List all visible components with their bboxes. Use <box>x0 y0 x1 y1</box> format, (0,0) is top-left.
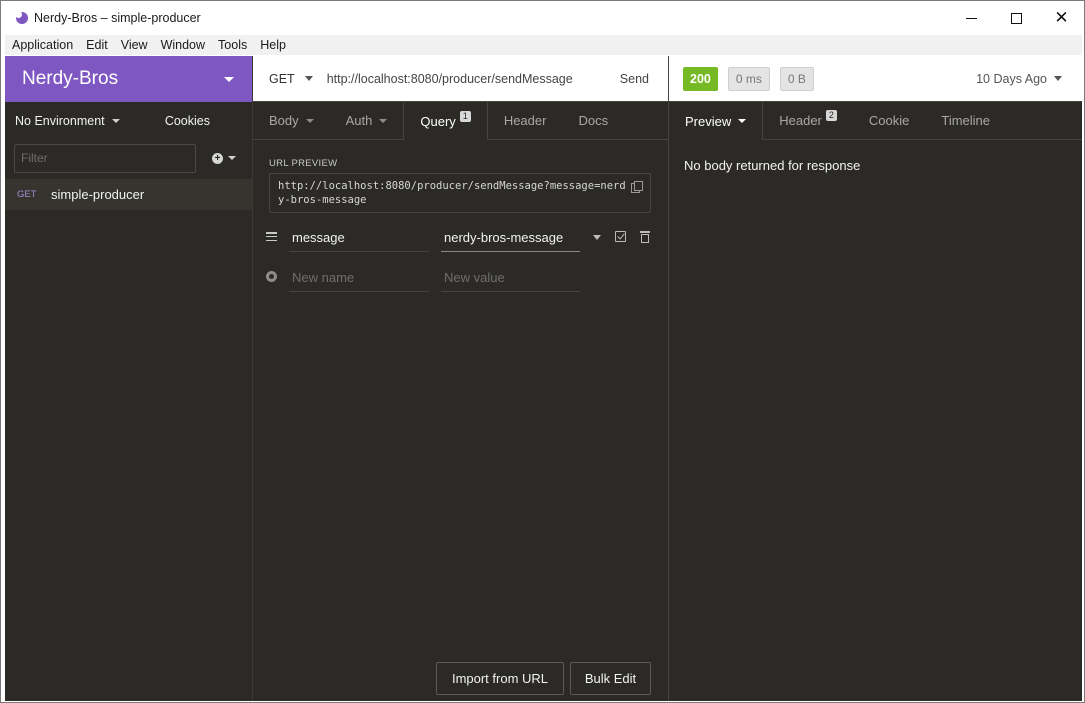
app-window: Nerdy-Bros – simple-producer ✕ Applicati… <box>0 0 1085 703</box>
menu-tools[interactable]: Tools <box>211 35 253 55</box>
maximize-button[interactable] <box>994 1 1039 35</box>
query-count-badge: 1 <box>459 110 471 122</box>
url-bar: GET http://localhost:8080/producer/sendM… <box>253 56 668 102</box>
gear-icon <box>266 271 277 282</box>
app-logo-icon <box>15 11 29 25</box>
minimize-icon <box>966 17 977 19</box>
copy-icon[interactable] <box>631 181 643 193</box>
caret-down-icon <box>111 119 120 123</box>
environment-label: No Environment <box>15 114 105 128</box>
tab-docs[interactable]: Docs <box>562 102 624 139</box>
send-button[interactable]: Send <box>620 72 649 86</box>
response-history-dropdown[interactable]: 10 Days Ago <box>976 72 1062 86</box>
url-input[interactable]: http://localhost:8080/producer/sendMessa… <box>327 72 573 86</box>
response-time-badge: 0 ms <box>727 66 770 91</box>
response-tabs: Preview Header 2 Cookie Timeline <box>669 102 1082 140</box>
plus-circle-icon: + <box>212 152 223 164</box>
response-pane: 200 0 ms 0 B 10 Days Ago Preview Header … <box>669 56 1082 701</box>
sidebar-request-item[interactable]: GET simple-producer <box>5 179 252 210</box>
url-preview-label: URL PREVIEW <box>269 158 338 169</box>
param-options-caret-icon[interactable] <box>593 235 601 240</box>
request-tabs: Body Auth Query 1 Header Docs <box>253 102 668 140</box>
url-preview-text: http://localhost:8080/producer/sendMessa… <box>278 180 626 206</box>
caret-down-icon <box>738 119 747 123</box>
caret-down-icon <box>228 156 236 160</box>
query-param-row: message nerdy-bros-message <box>265 222 661 252</box>
status-code-badge: 200 <box>683 66 718 91</box>
menu-window[interactable]: Window <box>154 35 211 55</box>
new-name-input[interactable]: New name <box>289 262 429 292</box>
tab-cookie-label: Cookie <box>868 113 910 128</box>
bulk-edit-button[interactable]: Bulk Edit <box>570 662 651 695</box>
close-icon: ✕ <box>1054 7 1069 28</box>
new-param-row: New name New value <box>265 262 661 292</box>
request-method-tag: GET <box>17 189 37 200</box>
tab-response-header-label: Header <box>779 113 822 128</box>
menu-view[interactable]: View <box>114 35 154 55</box>
response-status-bar: 200 0 ms 0 B 10 Days Ago <box>669 56 1082 102</box>
caret-down-icon <box>379 118 388 123</box>
tab-query[interactable]: Query 1 <box>403 102 488 140</box>
sidebar: Nerdy-Bros No Environment Cookies Filter… <box>5 56 253 701</box>
menu-help[interactable]: Help <box>253 35 292 55</box>
menu-application[interactable]: Application <box>5 35 79 55</box>
param-name-input[interactable]: message <box>289 222 429 252</box>
trash-icon[interactable] <box>640 231 650 243</box>
tab-cookie[interactable]: Cookie <box>853 102 925 139</box>
caret-down-icon <box>224 76 234 82</box>
new-value-input[interactable]: New value <box>441 262 580 292</box>
import-from-url-button[interactable]: Import from URL <box>436 662 564 695</box>
minimize-button[interactable] <box>949 1 994 35</box>
window-title: Nerdy-Bros – simple-producer <box>34 11 201 25</box>
workspace-name: Nerdy-Bros <box>22 68 119 89</box>
tab-preview[interactable]: Preview <box>669 102 764 140</box>
checkbox-icon[interactable] <box>615 231 626 242</box>
tab-preview-label: Preview <box>685 113 732 129</box>
tab-header[interactable]: Header <box>488 102 563 139</box>
filter-row: Filter + <box>5 140 252 176</box>
drag-handle-icon[interactable] <box>266 232 277 242</box>
filter-placeholder: Filter <box>21 151 48 165</box>
method-dropdown[interactable]: GET <box>269 72 313 86</box>
environment-dropdown[interactable]: No Environment <box>15 114 120 128</box>
tab-timeline-label: Timeline <box>941 113 991 128</box>
window-controls: ✕ <box>949 1 1084 35</box>
tab-response-header[interactable]: Header 2 <box>763 102 853 139</box>
add-request-button[interactable]: + <box>212 152 236 164</box>
filter-input[interactable]: Filter <box>14 143 196 173</box>
menu-edit[interactable]: Edit <box>79 35 114 55</box>
app-body: Nerdy-Bros No Environment Cookies Filter… <box>5 56 1082 701</box>
caret-down-icon <box>305 118 314 123</box>
param-value-input[interactable]: nerdy-bros-message <box>441 222 580 252</box>
method-label: GET <box>269 71 295 86</box>
environment-row: No Environment Cookies <box>5 102 252 140</box>
empty-response-message: No body returned for response <box>684 158 861 173</box>
tab-auth-label: Auth <box>345 113 373 128</box>
close-button[interactable]: ✕ <box>1039 1 1084 35</box>
response-size-badge: 0 B <box>779 66 814 91</box>
title-bar[interactable]: Nerdy-Bros – simple-producer ✕ <box>1 1 1084 35</box>
tab-body-label: Body <box>269 113 299 128</box>
request-pane: GET http://localhost:8080/producer/sendM… <box>253 56 669 701</box>
tab-body[interactable]: Body <box>253 102 330 139</box>
tab-query-label: Query <box>420 113 456 129</box>
workspace-menu-button[interactable]: Nerdy-Bros <box>5 56 252 102</box>
header-count-badge: 2 <box>825 110 837 121</box>
request-name: simple-producer <box>51 187 145 202</box>
tab-header-label: Header <box>503 113 547 128</box>
history-label: 10 Days Ago <box>976 71 1047 86</box>
cookies-button[interactable]: Cookies <box>165 114 210 128</box>
tab-timeline[interactable]: Timeline <box>925 102 1006 139</box>
menu-bar: Application Edit View Window Tools Help <box>5 35 1082 55</box>
caret-down-icon <box>1054 76 1062 81</box>
maximize-icon <box>1011 12 1022 24</box>
caret-down-icon <box>304 76 313 81</box>
tab-docs-label: Docs <box>578 113 609 128</box>
tab-auth[interactable]: Auth <box>330 102 404 139</box>
url-preview-box: http://localhost:8080/producer/sendMessa… <box>269 173 651 213</box>
